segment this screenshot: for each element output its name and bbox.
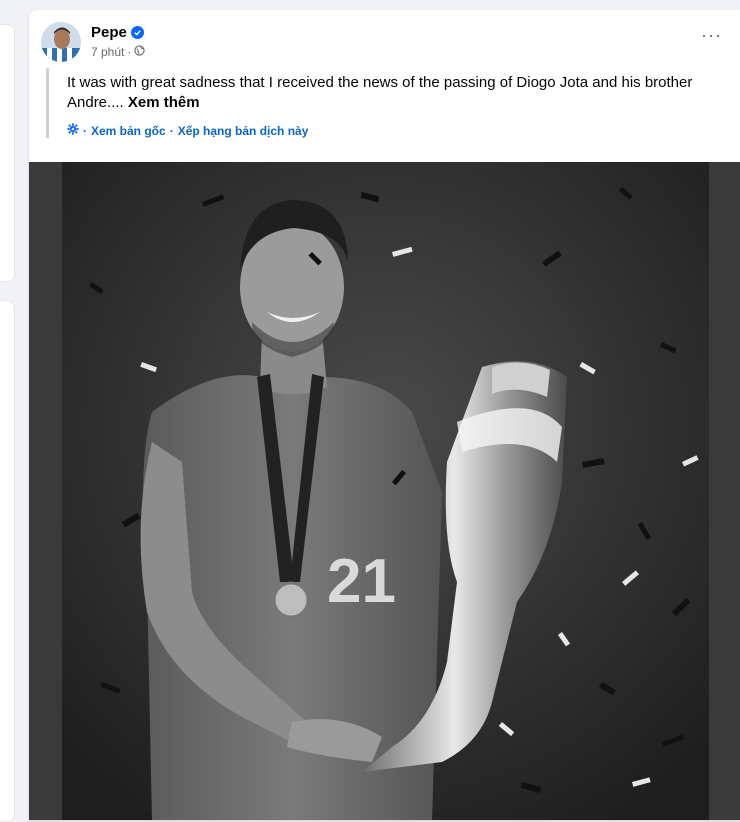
translate-separator: · bbox=[83, 123, 87, 138]
globe-icon bbox=[134, 45, 146, 59]
meta-separator: · bbox=[127, 45, 132, 59]
left-column-card bbox=[0, 24, 15, 282]
rate-translation-link[interactable]: Xếp hạng bản dịch này bbox=[178, 124, 309, 138]
post-photo[interactable]: 21 bbox=[62, 162, 709, 820]
feed-post: Pepe 7 phút · ··· It was with great sadn… bbox=[29, 10, 740, 820]
translate-separator-2: · bbox=[169, 123, 174, 138]
translation-bar: · Xem bản gốc · Xếp hạng bản dịch này bbox=[67, 123, 740, 138]
post-time[interactable]: 7 phút bbox=[91, 45, 124, 59]
verified-badge-icon bbox=[130, 26, 144, 39]
settings-gear-icon[interactable] bbox=[67, 123, 79, 138]
view-original-link[interactable]: Xem bản gốc bbox=[91, 124, 166, 138]
post-caption: It was with great sadness that I receive… bbox=[67, 73, 740, 113]
author-name-row: Pepe bbox=[91, 24, 144, 41]
author-avatar[interactable] bbox=[41, 22, 81, 62]
translated-caption-block: It was with great sadness that I receive… bbox=[46, 68, 740, 138]
post-photo-container: 21 bbox=[29, 162, 740, 820]
shirt-number: 21 bbox=[327, 547, 396, 616]
post-meta: 7 phút · bbox=[91, 45, 146, 59]
author-name[interactable]: Pepe bbox=[91, 24, 127, 41]
left-column-card-lower bbox=[0, 300, 15, 822]
post-options-icon[interactable]: ··· bbox=[701, 26, 722, 44]
see-more-link[interactable]: Xem thêm bbox=[128, 94, 200, 111]
post-header: Pepe 7 phút · ··· bbox=[29, 10, 740, 66]
